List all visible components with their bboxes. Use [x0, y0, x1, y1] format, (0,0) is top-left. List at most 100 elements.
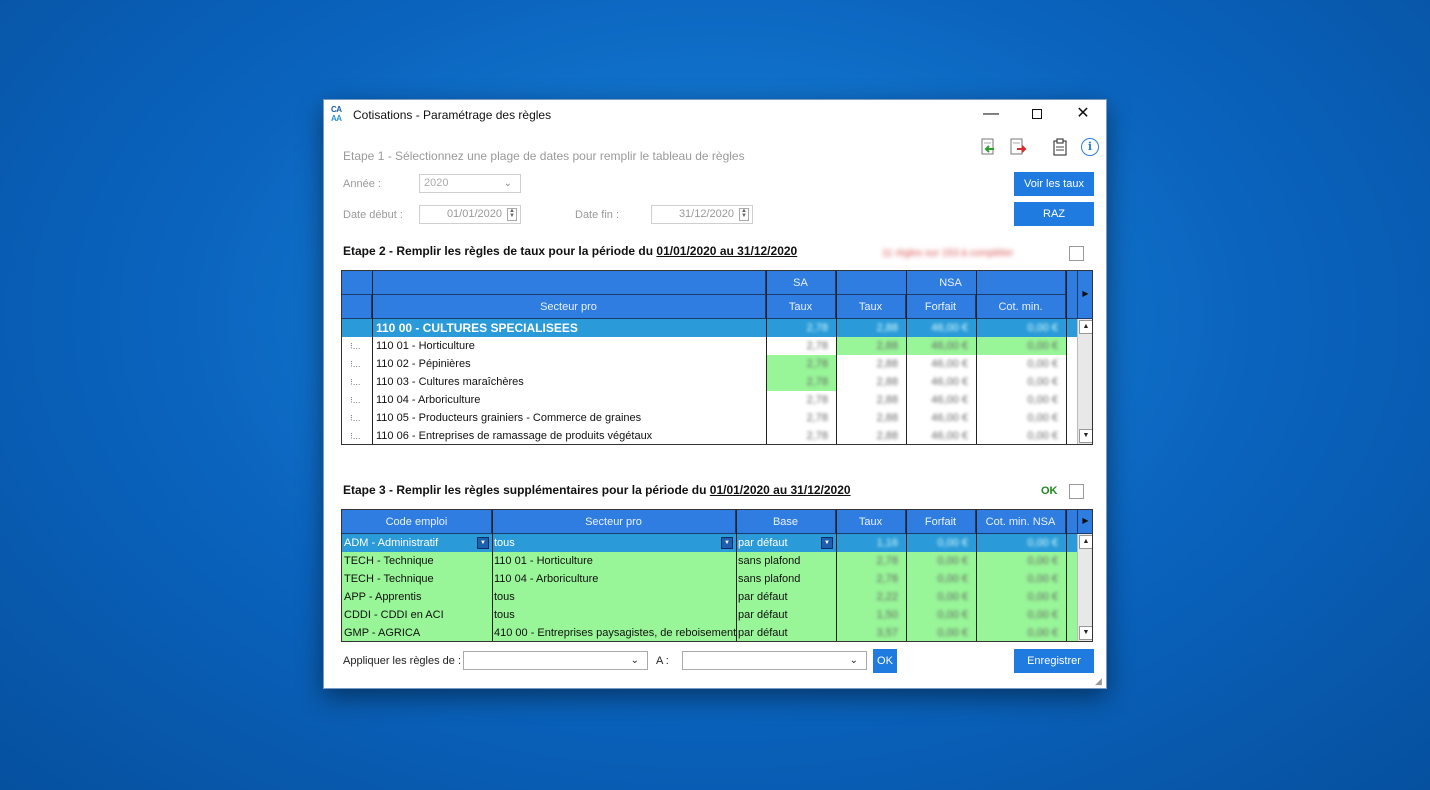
row-taux-cell[interactable]: 2,22 [836, 588, 906, 606]
export-icon[interactable] [1009, 138, 1027, 156]
row-sa-cell[interactable]: 2,78 [766, 373, 836, 391]
row-sa-cell[interactable]: 2,78 [766, 409, 836, 427]
step3-checkbox[interactable] [1069, 484, 1084, 499]
row-taux-cell[interactable]: 2,88 [836, 391, 906, 409]
row-code[interactable]: TECH - Technique [342, 552, 492, 570]
dropdown-arrow-icon[interactable]: ▼ [721, 537, 733, 549]
apply-ok-button[interactable]: OK [873, 649, 897, 673]
row-taux-cell[interactable]: 2,88 [836, 427, 906, 444]
rates-scrollbar[interactable]: ▲ ▼ [1077, 319, 1092, 444]
row-secteur[interactable]: tous [492, 534, 736, 552]
row-forfait-cell[interactable]: 0,00 € [906, 552, 976, 570]
row-secteur[interactable]: 110 04 - Arboriculture [492, 570, 736, 588]
row-forfait-cell[interactable]: 46,00 € [906, 319, 976, 337]
title-bar[interactable]: CA AA Cotisations - Paramétrage des règl… [324, 100, 1106, 130]
raz-button[interactable]: RAZ [1014, 202, 1094, 226]
dropdown-arrow-icon[interactable]: ▼ [821, 537, 833, 549]
row-secteur[interactable]: 410 00 - Entreprises paysagistes, de reb… [492, 624, 736, 641]
row-taux-cell[interactable]: 2,88 [836, 319, 906, 337]
maximize-icon [1032, 109, 1042, 119]
row-sa-cell[interactable]: 2,78 [766, 427, 836, 444]
row-cot-cell[interactable]: 0,00 € [976, 624, 1066, 641]
row-cot-cell[interactable]: 0,00 € [976, 337, 1066, 355]
row-cot-cell[interactable]: 0,00 € [976, 552, 1066, 570]
spinner-icon[interactable]: ▲ ▼ [507, 208, 517, 221]
row-code[interactable]: CDDI - CDDI en ACI [342, 606, 492, 624]
row-cot-value: 0,00 € [1027, 430, 1058, 442]
step2-checkbox[interactable] [1069, 246, 1084, 261]
scroll-right-icon[interactable]: ▶ [1078, 271, 1092, 319]
row-secteur[interactable]: tous [492, 606, 736, 624]
row-forfait-cell[interactable]: 0,00 € [906, 606, 976, 624]
maximize-button[interactable] [1014, 100, 1060, 130]
row-cot-cell[interactable]: 0,00 € [976, 373, 1066, 391]
row-taux-cell[interactable]: 1,50 [836, 606, 906, 624]
row-forfait-cell[interactable]: 0,00 € [906, 624, 976, 641]
row-cot-cell[interactable]: 0,00 € [976, 391, 1066, 409]
row-taux-cell[interactable]: 2,88 [836, 373, 906, 391]
apply-to-select[interactable]: ⌄ [682, 651, 867, 670]
row-secteur[interactable]: tous [492, 588, 736, 606]
row-base[interactable]: sans plafond [736, 570, 836, 588]
row-forfait-cell[interactable]: 46,00 € [906, 355, 976, 373]
resize-grip-icon[interactable]: ◢ [1095, 677, 1104, 686]
clipboard-icon[interactable] [1051, 138, 1069, 156]
row-forfait-cell[interactable]: 46,00 € [906, 337, 976, 355]
row-base[interactable]: par défaut [736, 606, 836, 624]
row-forfait-cell[interactable]: 46,00 € [906, 409, 976, 427]
header-taux-sa: Taux [766, 295, 836, 319]
scroll-down-icon[interactable]: ▼ [1079, 626, 1092, 640]
row-taux-cell[interactable]: 1,16 [836, 534, 906, 552]
rules-scrollbar[interactable]: ▲ ▼ [1077, 534, 1092, 641]
scroll-right-icon[interactable]: ▶ [1078, 510, 1092, 534]
spinner-icon[interactable]: ▲ ▼ [739, 208, 749, 221]
row-code[interactable]: TECH - Technique [342, 570, 492, 588]
row-sa-cell[interactable]: 2,78 [766, 391, 836, 409]
row-forfait-cell[interactable]: 46,00 € [906, 373, 976, 391]
voir-taux-button[interactable]: Voir les taux [1014, 172, 1094, 196]
row-forfait-cell[interactable]: 0,00 € [906, 570, 976, 588]
import-icon[interactable] [979, 138, 997, 156]
row-cot-cell[interactable]: 0,00 € [976, 355, 1066, 373]
row-sa-cell[interactable]: 2,78 [766, 319, 836, 337]
dropdown-arrow-icon[interactable]: ▼ [477, 537, 489, 549]
row-base[interactable]: par défaut [736, 624, 836, 641]
row-cot-cell[interactable]: 0,00 € [976, 606, 1066, 624]
row-cot-cell[interactable]: 0,00 € [976, 534, 1066, 552]
row-cot-cell[interactable]: 0,00 € [976, 409, 1066, 427]
date-start-field[interactable]: 01/01/2020 ▲ ▼ [419, 205, 521, 224]
row-taux-cell[interactable]: 2,88 [836, 355, 906, 373]
row-cot-cell[interactable]: 0,00 € [976, 319, 1066, 337]
row-taux-cell[interactable]: 2,78 [836, 570, 906, 588]
date-end-field[interactable]: 31/12/2020 ▲ ▼ [651, 205, 753, 224]
row-base[interactable]: sans plafond [736, 552, 836, 570]
row-forfait-cell[interactable]: 0,00 € [906, 534, 976, 552]
row-cot-cell[interactable]: 0,00 € [976, 570, 1066, 588]
info-icon[interactable]: i [1081, 138, 1099, 156]
scroll-up-icon[interactable]: ▲ [1079, 535, 1092, 549]
row-cot-cell[interactable]: 0,00 € [976, 427, 1066, 444]
row-taux-cell[interactable]: 3,57 [836, 624, 906, 641]
row-sa-cell[interactable]: 2,78 [766, 337, 836, 355]
row-taux-cell[interactable]: 2,88 [836, 409, 906, 427]
row-sa-cell[interactable]: 2,78 [766, 355, 836, 373]
row-taux-cell[interactable]: 2,88 [836, 337, 906, 355]
close-button[interactable]: ✕ [1060, 100, 1106, 130]
row-cot-cell[interactable]: 0,00 € [976, 588, 1066, 606]
row-base[interactable]: par défaut [736, 588, 836, 606]
row-forfait-cell[interactable]: 0,00 € [906, 588, 976, 606]
scroll-up-icon[interactable]: ▲ [1079, 320, 1092, 334]
row-forfait-cell[interactable]: 46,00 € [906, 427, 976, 444]
year-select[interactable]: 2020 ⌄ [419, 174, 521, 193]
row-taux-cell[interactable]: 2,78 [836, 552, 906, 570]
scroll-down-icon[interactable]: ▼ [1079, 429, 1092, 443]
save-button[interactable]: Enregistrer [1014, 649, 1094, 673]
row-code[interactable]: APP - Apprentis [342, 588, 492, 606]
row-code[interactable]: GMP - AGRICA [342, 624, 492, 641]
apply-from-select[interactable]: ⌄ [463, 651, 648, 670]
row-code[interactable]: ADM - Administratif [342, 534, 492, 552]
minimize-button[interactable]: — [968, 100, 1014, 130]
row-secteur[interactable]: 110 01 - Horticulture [492, 552, 736, 570]
row-forfait-cell[interactable]: 46,00 € [906, 391, 976, 409]
column-divider [836, 510, 837, 641]
